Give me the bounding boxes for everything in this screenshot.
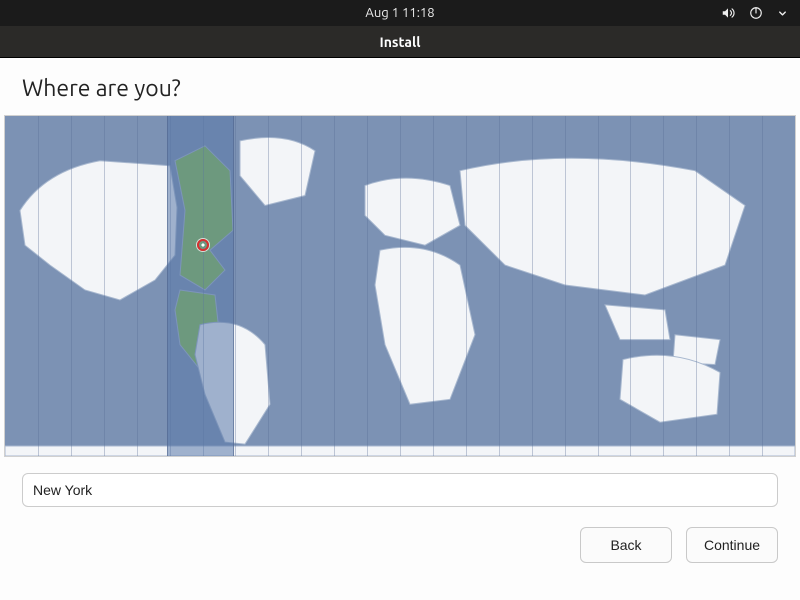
clock-label: Aug 1 11:18 [365,6,434,20]
nav-buttons: Back Continue [0,513,800,581]
window-titlebar: Install [0,26,800,58]
location-marker[interactable] [197,239,209,251]
volume-icon[interactable] [721,6,735,20]
timezone-map[interactable] [4,115,796,457]
selected-timezone-band [167,116,234,456]
location-input[interactable] [22,473,778,507]
chevron-down-icon[interactable] [777,8,788,19]
installer-page: Where are you? [0,58,800,600]
system-top-bar: Aug 1 11:18 [0,0,800,26]
continue-button[interactable]: Continue [686,527,778,563]
back-button[interactable]: Back [580,527,672,563]
world-map-svg [5,116,795,456]
page-heading: Where are you? [0,58,800,115]
window-title: Install [380,34,421,50]
status-area[interactable] [721,0,788,26]
location-row [0,457,800,513]
power-icon[interactable] [749,6,763,20]
